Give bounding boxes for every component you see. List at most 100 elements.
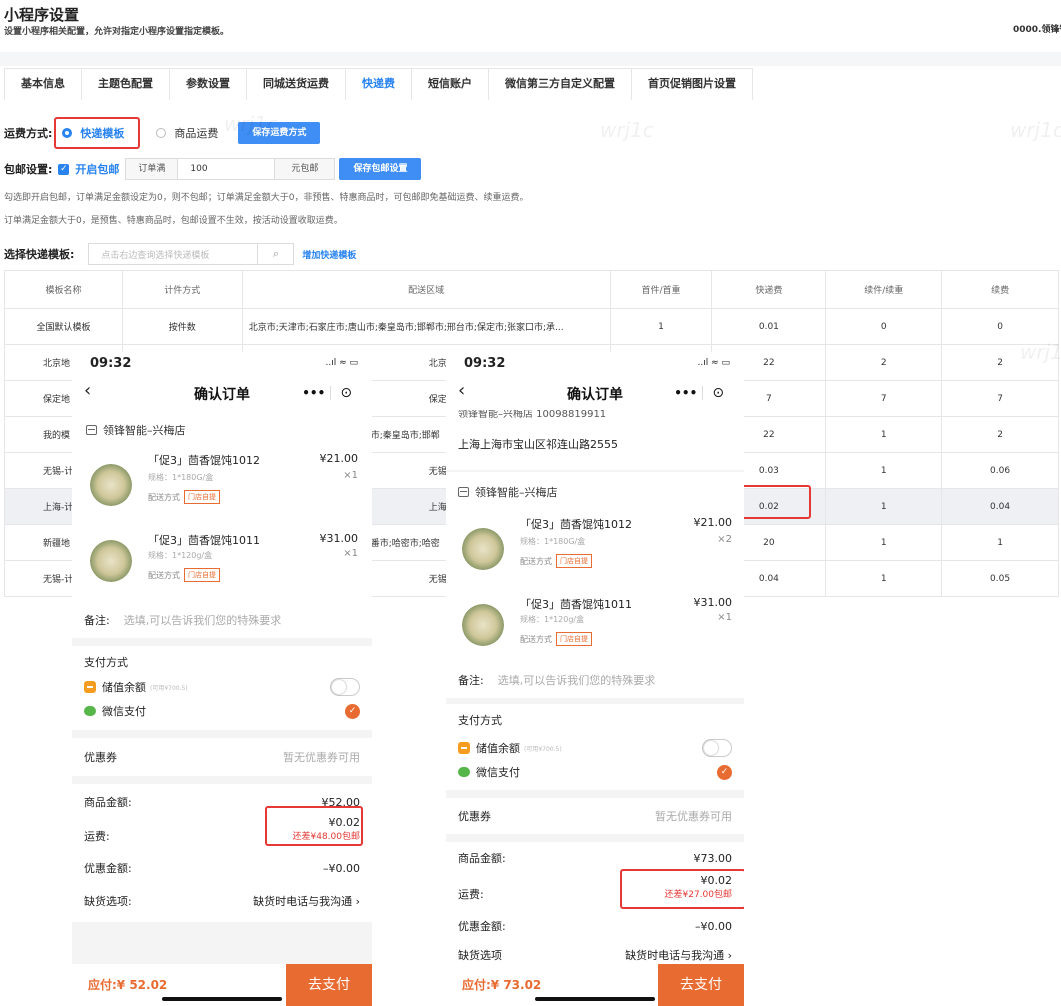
coupon-value: 暂无优惠券可用 (655, 810, 732, 823)
payment-title: 支付方式 (458, 714, 502, 727)
more-icon[interactable]: ••• (670, 386, 702, 400)
remark-card: 备注: 选填,可以告诉我们您的特殊要求 (446, 662, 744, 698)
tab-params[interactable]: 参数设置 (169, 68, 247, 100)
store-name: 领锋智能–兴梅店 (475, 486, 558, 499)
radio-goods[interactable] (156, 128, 167, 138)
list-item[interactable]: 「促3」茴香馄饨1011 ¥31.00 ×1 规格：1*120g/盒 配送方式 … (72, 526, 372, 602)
watermark: wrj1c (600, 118, 654, 142)
col-name: 模板名称 (4, 270, 123, 309)
col-area: 配送区域 (241, 270, 611, 309)
product-image (462, 604, 504, 646)
page-header: 小程序设置 设置小程序相关配置，允许对指定小程序设置指定模板。 0000.领锋智… (0, 0, 1061, 52)
goods-amount-row: 商品金额: ¥73.00 (458, 850, 732, 866)
add-template-link[interactable]: 增加快递模板 (302, 248, 356, 261)
remark-row: 备注: 选填,可以告诉我们您的特殊要求 (458, 672, 732, 688)
check-icon[interactable]: ✓ (345, 703, 360, 719)
delivery-label: 配送方式 (520, 634, 552, 644)
shortage-row[interactable]: 缺货选项 缺货时电话与我沟通 › (458, 947, 732, 963)
status-time: 09:32 (90, 356, 132, 371)
cell: 2 (825, 344, 943, 381)
close-circle-icon[interactable]: ⊙ (702, 385, 734, 401)
radio-template[interactable] (62, 128, 73, 138)
free-shipping-row: 包邮设置: ✓ 开启包邮 订单满 100 元包邮 保存包邮设置 (4, 158, 422, 180)
discount-value: –¥0.00 (323, 861, 360, 875)
pay-button[interactable]: 去支付 (286, 964, 372, 1006)
col-express-fee: 快递费 (711, 270, 827, 309)
free-shipping-note-2: 订单满足金额大于0，是预售、特惠商品时，包邮设置不生效，按活动设置收取运费。 (4, 216, 343, 226)
free-shipping-checkbox[interactable]: ✓ (58, 163, 70, 175)
remark-input[interactable]: 选填,可以告诉我们您的特殊要求 (498, 672, 656, 688)
tab-promo-images[interactable]: 首页促销图片设置 (631, 68, 753, 100)
balance-toggle[interactable] (702, 739, 732, 757)
tab-theme-color[interactable]: 主题色配置 (81, 68, 170, 100)
enable-free-shipping[interactable]: 开启包邮 (75, 161, 119, 177)
shortage-label: 缺货选项: (84, 895, 132, 908)
address-card[interactable]: 领锋智能–兴梅店 10098819911 上海上海市宝山区祁连山路2555 (446, 410, 744, 470)
coupon-value: 暂无优惠券可用 (283, 751, 360, 764)
shortage-value[interactable]: 缺货时电话与我沟通 › (625, 947, 732, 963)
amount-due: 应付:¥ 52.02 (88, 978, 168, 992)
cell: 全国默认模板 (4, 308, 123, 345)
freight-highlight (620, 869, 744, 909)
wallet-icon (84, 681, 96, 693)
delivery-label: 配送方式 (520, 556, 552, 566)
tab-wechat-config[interactable]: 微信第三方自定义配置 (488, 68, 632, 100)
nav-bar: ‹ 确认订单 ••• ⊙ (446, 378, 744, 410)
free-shipping-note-1: 勾选即开启包邮，订单满足金额设定为0，则不包邮；订单满足金额大于0，非预售、特惠… (4, 193, 529, 203)
check-icon[interactable]: ✓ (717, 764, 732, 780)
address-contact: 领锋智能–兴梅店 10098819911 (458, 410, 607, 420)
table-row[interactable]: 全国默认模板 按件数 北京市;天津市;石家庄市;唐山市;秦皇岛市;邯郸市;邢台市… (4, 308, 1059, 345)
tab-sms-account[interactable]: 短信账户 (411, 68, 489, 100)
freight-label: 运费: (84, 830, 110, 843)
tab-express-fee[interactable]: 快递费 (345, 68, 412, 100)
amount-due: 应付:¥ 73.02 (462, 978, 542, 992)
product-qty: ×1 (343, 470, 358, 481)
list-item[interactable]: 「促3」茴香馄饨1011 ¥31.00 ×1 规格：1*120g/盒 配送方式 … (446, 592, 744, 668)
template-search-input[interactable]: 点击右边查询选择快递模板 (89, 248, 257, 261)
checkout-bar: 应付:¥ 52.02 去支付 (72, 964, 372, 1006)
save-free-shipping-button[interactable]: 保存包邮设置 (339, 158, 422, 180)
more-icon[interactable]: ••• (298, 386, 330, 400)
search-icon[interactable]: ⌕ (257, 244, 293, 264)
product-price: ¥21.00 (319, 452, 359, 465)
list-item[interactable]: 「促3」茴香馄饨1012 ¥21.00 ×2 规格：1*180G/盒 配送方式 … (446, 512, 744, 588)
balance-row[interactable]: 储值余额 (可用¥700.5) (458, 739, 732, 757)
shortage-value[interactable]: 缺货时电话与我沟通 › (253, 893, 360, 909)
close-circle-icon[interactable]: ⊙ (330, 385, 362, 401)
shortage-row[interactable]: 缺货选项: 缺货时电话与我沟通 › (84, 893, 360, 909)
wechat-icon (84, 706, 96, 716)
balance-toggle[interactable] (330, 678, 360, 696)
coupon-card[interactable]: 优惠券 暂无优惠券可用 (72, 738, 372, 776)
coupon-row[interactable]: 优惠券 暂无优惠券可用 (84, 749, 360, 765)
list-item[interactable]: 「促3」茴香馄饨1012 ¥21.00 ×1 规格：1*180G/盒 配送方式 … (72, 448, 372, 524)
coupon-card[interactable]: 优惠券 暂无优惠券可用 (446, 798, 744, 834)
wechat-pay-row[interactable]: 微信支付 ✓ (84, 703, 360, 719)
option-goods-freight[interactable]: 商品运费 (174, 125, 218, 141)
cell: 北京市;天津市;石家庄市;唐山市;秦皇岛市;邯郸市;邢台市;保定市;张家口市;承… (241, 308, 611, 345)
template-search[interactable]: 点击右边查询选择快递模板 ⌕ (88, 243, 295, 265)
shortage-label: 缺货选项 (458, 949, 502, 962)
discount-value: –¥0.00 (695, 919, 732, 933)
tab-basic-info[interactable]: 基本信息 (4, 68, 82, 100)
option-express-template[interactable]: 快递模板 (80, 125, 124, 141)
product-image (90, 464, 132, 506)
user-name[interactable]: 0000.领锋智能 (1013, 22, 1061, 35)
free-shipping-amount-field: 订单满 100 元包邮 (125, 158, 336, 180)
pay-button[interactable]: 去支付 (658, 964, 744, 1006)
cell: 0.06 (941, 452, 1059, 489)
tab-local-delivery[interactable]: 同城送货运费 (246, 68, 346, 100)
balance-hint: (可用¥700.5) (524, 745, 562, 753)
store-row: 领锋智能–兴梅店 (86, 422, 186, 438)
balance-row[interactable]: 储值余额 (可用¥700.5) (84, 678, 360, 696)
delivery-row: 配送方式 门店自提 (520, 632, 592, 646)
wechat-pay-row[interactable]: 微信支付 ✓ (458, 764, 732, 780)
delivery-label: 配送方式 (148, 570, 180, 580)
delivery-row: 配送方式 门店自提 (520, 554, 592, 568)
status-time: 09:32 (464, 356, 506, 371)
coupon-row[interactable]: 优惠券 暂无优惠券可用 (458, 808, 732, 824)
amount-input[interactable]: 100 (178, 164, 274, 174)
remark-row: 备注: 选填,可以告诉我们您的特殊要求 (84, 612, 360, 628)
remark-input[interactable]: 选填,可以告诉我们您的特殊要求 (124, 612, 282, 628)
coupon-label: 优惠券 (458, 810, 491, 823)
status-bar: 09:32 ..ıl ≈ ▭ (446, 352, 744, 378)
